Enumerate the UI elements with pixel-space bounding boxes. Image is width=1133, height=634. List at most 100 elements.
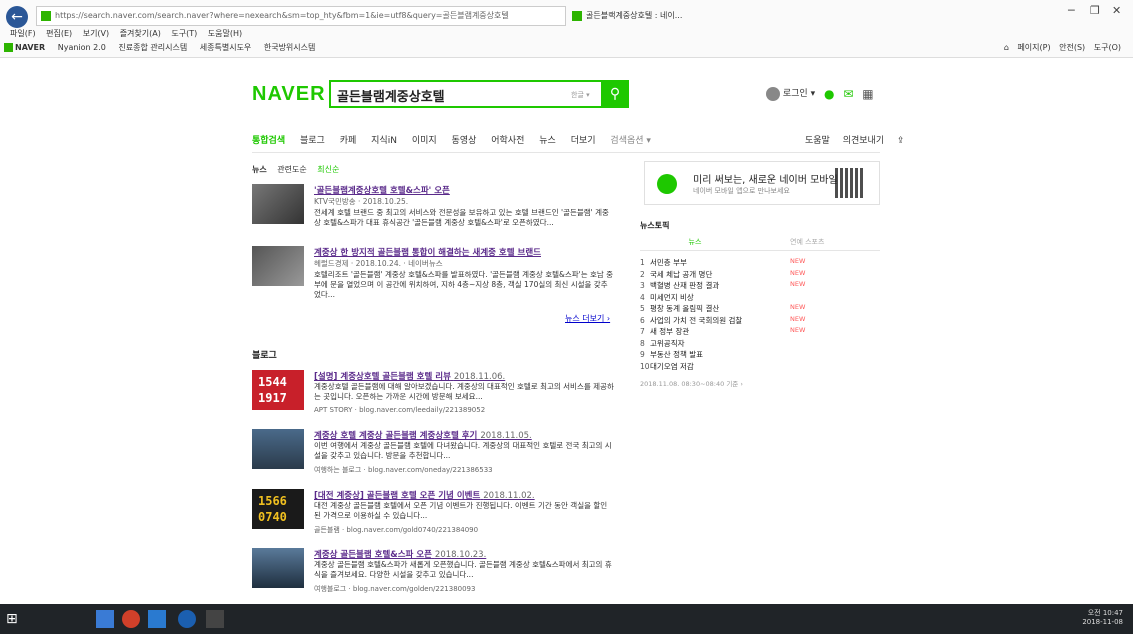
browser-tab[interactable]: 골든블랙계중상호텔 : 네이... xyxy=(572,7,692,25)
browser-chrome: ← https://search.naver.com/search.naver?… xyxy=(0,0,1133,58)
ie-taskbar-icon[interactable] xyxy=(148,610,166,628)
rank-text: 국세 체납 공개 명단 xyxy=(650,269,713,279)
maximize-icon[interactable]: ❐ xyxy=(1090,4,1100,17)
nav-divider xyxy=(252,152,880,153)
blog-meta[interactable]: APT STORY · blog.naver.com/leedaily/2213… xyxy=(314,406,485,414)
tab-image[interactable]: 이미지 xyxy=(412,136,437,146)
blog-title[interactable]: [대전 계중상] 골든블램 호텔 오픈 기념 이벤트 2018.11.02. xyxy=(314,489,614,501)
notification-icon[interactable]: ● xyxy=(824,87,834,101)
fav-nyanion[interactable]: Nyanion 2.0 xyxy=(58,43,106,52)
rank-item[interactable]: 5 평창 동계 올림픽 결산 NEW xyxy=(640,303,880,315)
sort-relevance[interactable]: 관련도순 xyxy=(277,165,306,174)
naver-circle-icon xyxy=(657,174,677,194)
tab-news[interactable]: 뉴스 xyxy=(539,136,556,146)
rank-list: 1 서민층 부부 NEW 2 국세 체납 공개 명단 NEW 3 백혈병 산재 판정 결과 NE… xyxy=(640,257,880,372)
fav-defense[interactable]: 한국방위시스템 xyxy=(264,43,316,52)
menu-view[interactable]: 보기(V) xyxy=(83,29,109,38)
tab-cafe[interactable]: 카페 xyxy=(340,136,357,146)
tab-kin[interactable]: 지식iN xyxy=(371,136,397,146)
fav-naver[interactable]: NAVER xyxy=(4,43,45,52)
mail-icon[interactable]: ✉ xyxy=(843,87,853,101)
promo-subtitle: 네이버 모바일 앱으로 만나보세요 xyxy=(693,187,790,195)
rank-tab-news[interactable]: 뉴스 xyxy=(640,237,750,247)
blog-thumbnail[interactable] xyxy=(252,429,304,469)
search-input[interactable] xyxy=(337,85,557,105)
mobile-promo-banner[interactable]: 미리 써보는, 새로운 네이버 모바일 네이버 모바일 앱으로 만나보세요 xyxy=(644,161,880,205)
system-tray[interactable]: 오전 10:47 2018-11-08 xyxy=(1082,608,1123,626)
rank-item[interactable]: 2 국세 체납 공개 명단 NEW xyxy=(640,269,880,281)
news-more-link[interactable]: 뉴스 더보기 › xyxy=(565,313,610,324)
rank-item[interactable]: 4 미세먼지 비상 xyxy=(640,292,880,304)
news-desc: 호텔리조트 '골든블램' 계중상 호텔&스파를 발표하였다. '골든블램 계중상… xyxy=(314,270,614,299)
address-bar[interactable]: https://search.naver.com/search.naver?wh… xyxy=(36,6,566,26)
menu-help[interactable]: 도움말(H) xyxy=(208,29,242,38)
close-icon[interactable]: ✕ xyxy=(1112,4,1121,17)
folder-taskbar-icon[interactable] xyxy=(206,610,224,628)
news-thumbnail[interactable] xyxy=(252,246,304,286)
tab-blog[interactable]: 블로그 xyxy=(300,136,325,146)
rank-text: 미세먼지 비상 xyxy=(650,292,694,302)
tab-more[interactable]: 더보기 xyxy=(571,136,596,146)
rank-text: 사업의 가치 전 국회의원 검찰 xyxy=(650,315,743,325)
blog-meta[interactable]: 여행블로그 · blog.naver.com/golden/221380093 xyxy=(314,584,475,594)
start-icon[interactable]: ⊞ xyxy=(6,610,24,628)
rank-item[interactable]: 6 사업의 가치 전 국회의원 검찰 NEW xyxy=(640,315,880,327)
blog-title[interactable]: [설명] 계중상호텔 골든블램 호텔 리뷰 2018.11.06. xyxy=(314,370,614,382)
blog-meta[interactable]: 골든블램 · blog.naver.com/gold0740/221384090 xyxy=(314,525,478,535)
menu-edit[interactable]: 편집(E) xyxy=(46,29,72,38)
keyboard-hint[interactable]: 한글 ▾ xyxy=(571,90,590,100)
blog-thumbnail[interactable]: 1566 0740 xyxy=(252,489,304,529)
rank-item[interactable]: 9 부동산 정책 발표 xyxy=(640,349,880,361)
tab-all[interactable]: 통합검색 xyxy=(252,136,285,146)
rank-item[interactable]: 8 고위공직자 xyxy=(640,338,880,350)
favicon-icon xyxy=(41,11,51,21)
rank-footer[interactable]: 2018.11.08. 08:30~08:40 기준 › xyxy=(640,378,880,388)
avatar[interactable] xyxy=(766,86,780,101)
cmd-page[interactable]: 페이지(P) xyxy=(1017,43,1050,52)
rank-tab-entertainment[interactable]: 연예 스포츠 xyxy=(752,237,862,247)
blog-meta[interactable]: 여행하는 블로그 · blog.naver.com/oneday/2213865… xyxy=(314,465,493,475)
news-subtabs: 뉴스 관련도순 최신순 xyxy=(252,164,347,175)
menu-favorites[interactable]: 즐겨찾기(A) xyxy=(120,29,161,38)
menu-tools[interactable]: 도구(T) xyxy=(171,29,197,38)
address-text: https://search.naver.com/search.naver?wh… xyxy=(55,11,509,20)
blog-thumbnail[interactable] xyxy=(252,548,304,588)
blog-title[interactable]: 계중상 골든블램 호텔&스파 오픈 2018.10.23. xyxy=(314,548,614,560)
apps-grid-icon[interactable]: ▦ xyxy=(862,87,873,101)
naver-logo[interactable]: NAVER xyxy=(252,83,326,106)
share-icon[interactable]: ⇪ xyxy=(897,136,905,146)
clock-date: 2018-11-08 xyxy=(1082,618,1123,626)
news-thumbnail[interactable] xyxy=(252,184,304,224)
rank-number: 10 xyxy=(640,361,650,371)
rank-item[interactable]: 7 새 정부 장관 NEW xyxy=(640,326,880,338)
tab-video[interactable]: 동영상 xyxy=(452,136,477,146)
search-button[interactable]: ⚲ xyxy=(601,80,629,108)
menu-file[interactable]: 파일(F) xyxy=(10,29,36,38)
rank-item[interactable]: 1 서민층 부부 NEW xyxy=(640,257,880,269)
news-title[interactable]: '골든블램계중상호텔 호텔&스파' 오픈 xyxy=(314,184,614,196)
back-button-icon[interactable]: ← xyxy=(6,6,28,28)
fav-clinic[interactable]: 진료종합 관리시스템 xyxy=(118,43,187,52)
cmd-safety[interactable]: 안전(S) xyxy=(1059,43,1085,52)
rank-item[interactable]: 10대기오염 저감 xyxy=(640,361,880,373)
search-options[interactable]: 검색옵션 ▾ xyxy=(610,136,651,146)
blog-thumbnail[interactable]: 1544 1917 xyxy=(252,370,304,410)
fav-sejong[interactable]: 세종특별시도우 xyxy=(200,43,252,52)
browser-taskbar-icon[interactable] xyxy=(178,610,196,628)
login-link[interactable]: 로그인 ▾ xyxy=(783,89,815,99)
new-badge: NEW xyxy=(790,303,806,311)
news-title[interactable]: 계중상 한 방지적 골든블램 통합이 해결하는 새계중 호텔 브랜드 xyxy=(314,246,614,258)
minimize-icon[interactable]: ─ xyxy=(1068,4,1075,17)
naver-favicon-icon xyxy=(4,43,13,52)
cmd-tools[interactable]: 도구(O) xyxy=(1094,43,1121,52)
sort-latest[interactable]: 최신순 xyxy=(317,165,339,174)
tab-dictionary[interactable]: 어학사전 xyxy=(491,136,524,146)
explorer-taskbar-icon[interactable] xyxy=(96,610,114,628)
feedback-link[interactable]: 의견보내기 xyxy=(843,136,884,146)
blog-title[interactable]: 계중상 호텔 계중상 골든블램 계중상호텔 후기 2018.11.05. xyxy=(314,429,614,441)
home-icon[interactable]: ⌂ xyxy=(1004,43,1009,52)
app-taskbar-icon[interactable] xyxy=(122,610,140,628)
qr-code-icon xyxy=(835,168,865,198)
help-link[interactable]: 도움말 xyxy=(805,136,830,146)
rank-item[interactable]: 3 백혈병 산재 판정 결과 NEW xyxy=(640,280,880,292)
